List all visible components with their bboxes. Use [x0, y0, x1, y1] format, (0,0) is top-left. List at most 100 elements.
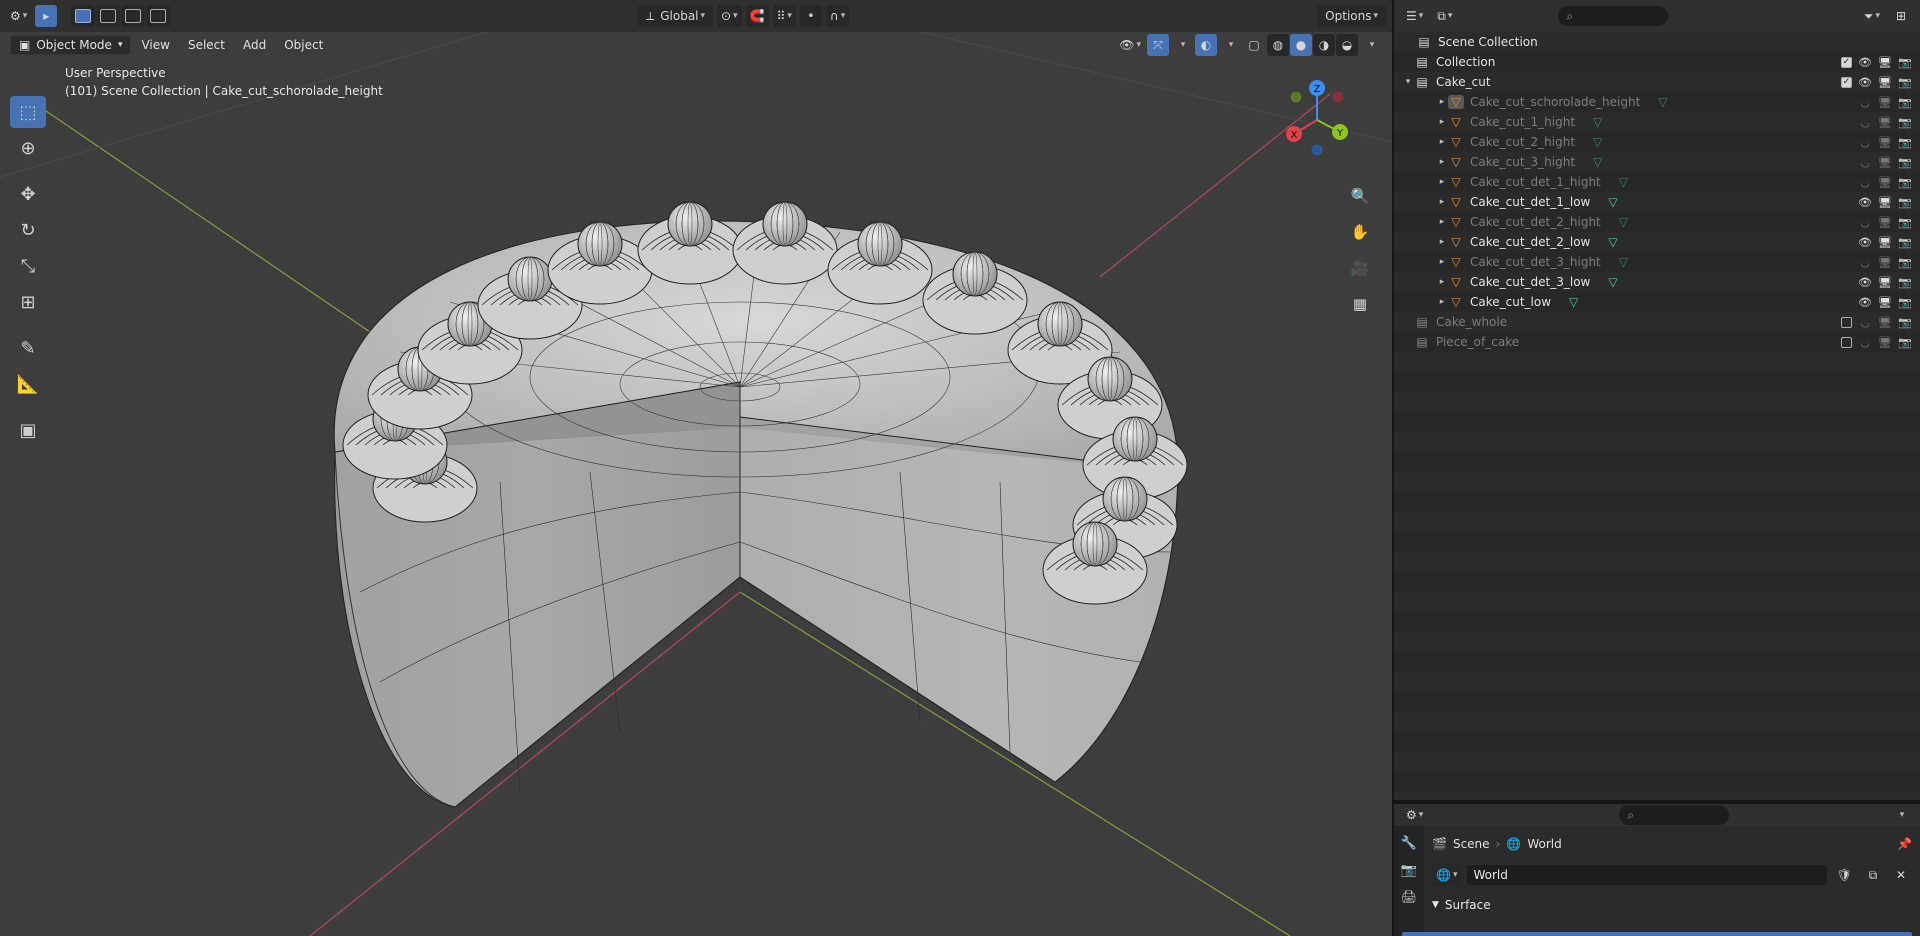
pan-hand-icon[interactable]: ✋ — [1346, 218, 1374, 246]
hide-eye-icon[interactable]: ◡ — [1858, 116, 1872, 129]
properties-search[interactable]: ⌕ — [1619, 805, 1730, 825]
world-browse-icon[interactable]: 🌐 ▾ — [1432, 864, 1462, 886]
add-cube-tool[interactable]: ▣ — [10, 414, 46, 446]
outliner-search[interactable]: ⌕ — [1558, 6, 1669, 26]
output-tab-icon[interactable]: 🖨 — [1401, 890, 1418, 905]
collection-row[interactable]: ▤ Cake_whole ◡ 🖥 📷 — [1394, 312, 1920, 332]
expand-down-icon[interactable]: ▾ — [1402, 77, 1414, 87]
object-row[interactable]: ▸ ▽ Cake_cut_3_hight ▽ ◡ 🖥 📷 — [1394, 152, 1920, 172]
expand-right-icon[interactable]: ▸ — [1436, 197, 1448, 207]
viewport-disable-icon[interactable]: 🖥 — [1878, 316, 1892, 329]
render-disable-icon[interactable]: 📷 — [1898, 216, 1912, 229]
object-row[interactable]: ▸ ▽ Cake_cut_1_hight ▽ ◡ 🖥 📷 — [1394, 112, 1920, 132]
pin-icon[interactable]: 📌 — [1897, 837, 1912, 851]
object-row[interactable]: ▸ ▽ Cake_cut_det_2_low ▽ 👁 🖥 📷 — [1394, 232, 1920, 252]
viewport-disable-icon[interactable]: 🖥 — [1878, 196, 1892, 209]
viewport-disable-icon[interactable]: 🖥 — [1878, 76, 1892, 89]
world-name-field[interactable]: World — [1467, 865, 1827, 885]
hide-eye-icon[interactable]: 👁 — [1858, 236, 1872, 249]
render-disable-icon[interactable]: 📷 — [1898, 316, 1912, 329]
viewport-disable-icon[interactable]: 🖥 — [1878, 136, 1892, 149]
viewport-disable-icon[interactable]: 🖥 — [1878, 176, 1892, 189]
collection-row[interactable]: ▤ Collection ✓ 👁 🖥 📷 — [1394, 52, 1920, 72]
hide-eye-icon[interactable]: 👁 — [1858, 296, 1872, 309]
object-row[interactable]: ▸ ▽ Cake_cut_det_3_low ▽ 👁 🖥 📷 — [1394, 272, 1920, 292]
display-mode-icon[interactable]: ⧉ ▾ — [1433, 5, 1456, 27]
gizmo-toggle-icon[interactable]: ⤧ — [1147, 34, 1169, 56]
mesh-data-icon[interactable]: ▽ — [1593, 155, 1602, 169]
expand-right-icon[interactable]: ▸ — [1436, 257, 1448, 267]
viewport-disable-icon[interactable]: 🖥 — [1878, 216, 1892, 229]
measure-tool[interactable]: 📐 — [10, 368, 46, 400]
collapse-icon[interactable]: ▾ — [1890, 804, 1912, 826]
render-disable-icon[interactable]: 📷 — [1898, 336, 1912, 349]
options-dropdown[interactable]: Options ▾ — [1317, 5, 1387, 27]
scene-collection-row[interactable]: ▤ Scene Collection — [1394, 32, 1920, 52]
expand-right-icon[interactable]: ▸ — [1436, 97, 1448, 107]
solid-shading-icon[interactable]: ● — [1290, 34, 1312, 56]
gizmo-dropdown[interactable]: ▾ — [1171, 34, 1193, 56]
mesh-data-icon[interactable]: ▽ — [1608, 195, 1617, 209]
viewport-disable-icon[interactable]: 🖥 — [1878, 116, 1892, 129]
expand-right-icon[interactable]: ▸ — [1436, 157, 1448, 167]
mesh-data-icon[interactable]: ▽ — [1619, 215, 1628, 229]
render-disable-icon[interactable]: 📷 — [1898, 116, 1912, 129]
filter-icon[interactable]: ⏷ ▾ — [1860, 5, 1884, 27]
fake-user-icon[interactable]: 🛡 — [1833, 864, 1856, 886]
mesh-data-icon[interactable]: ▽ — [1619, 175, 1628, 189]
duplicate-icon[interactable]: ⧉ — [1862, 864, 1884, 886]
hide-eye-icon[interactable]: ◡ — [1858, 136, 1872, 149]
transform-orientation-dropdown[interactable]: ⟂ Global ▾ — [638, 5, 714, 27]
mesh-data-icon[interactable]: ▽ — [1608, 235, 1617, 249]
outliner-editor-icon[interactable]: ☰ ▾ — [1402, 5, 1427, 27]
scale-tool[interactable]: ⤡ — [10, 250, 46, 282]
collection-row[interactable]: ▤ Piece_of_cake ◡ 🖥 📷 — [1394, 332, 1920, 352]
hide-eye-icon[interactable]: ◡ — [1858, 216, 1872, 229]
render-disable-icon[interactable]: 📷 — [1898, 76, 1912, 89]
render-disable-icon[interactable]: 📷 — [1898, 176, 1912, 189]
hide-eye-icon[interactable]: ◡ — [1858, 336, 1872, 349]
select-tool-icon[interactable]: ▸ — [35, 5, 58, 27]
xray-icon[interactable]: ▢ — [1243, 34, 1265, 56]
zoom-icon[interactable]: 🔍 — [1346, 182, 1374, 210]
exclude-checkbox[interactable] — [1841, 336, 1852, 348]
render-disable-icon[interactable]: 📷 — [1898, 156, 1912, 169]
tool-tab-icon[interactable]: 🔧 — [1401, 836, 1417, 851]
object-row[interactable]: ▸ ▽ Cake_cut_2_hight ▽ ◡ 🖥 📷 — [1394, 132, 1920, 152]
render-disable-icon[interactable]: 📷 — [1898, 136, 1912, 149]
snap-icon[interactable]: 🧲 — [745, 5, 769, 27]
hide-eye-icon[interactable]: 👁 — [1858, 276, 1872, 289]
expand-right-icon[interactable]: ▸ — [1436, 237, 1448, 247]
collection-row[interactable]: ▾ ▤ Cake_cut ✓ 👁 🖥 📷 — [1394, 72, 1920, 92]
expand-right-icon[interactable]: ▸ — [1436, 297, 1448, 307]
viewport-disable-icon[interactable]: 🖥 — [1878, 256, 1892, 269]
proportional-edit-icon[interactable]: • — [799, 5, 822, 27]
transform-tool[interactable]: ⊞ — [10, 286, 46, 318]
camera-icon[interactable]: 🎥 — [1346, 254, 1374, 282]
select-extend-icon[interactable] — [96, 5, 121, 27]
new-collection-icon[interactable]: ⊞ — [1890, 5, 1912, 27]
object-row[interactable]: ▸ ▽ Cake_cut_det_3_hight ▽ ◡ 🖥 📷 — [1394, 252, 1920, 272]
mode-dropdown[interactable]: ▣ Object Mode ▾ — [10, 35, 132, 55]
object-row[interactable]: ▸ ▽ Cake_cut_det_1_low ▽ 👁 🖥 📷 — [1394, 192, 1920, 212]
overlays-dropdown[interactable]: ▾ — [1219, 34, 1241, 56]
hide-eye-icon[interactable]: ◡ — [1858, 316, 1872, 329]
rotate-tool[interactable]: ↻ — [10, 214, 46, 246]
hide-eye-icon[interactable]: 👁 — [1858, 196, 1872, 209]
expand-right-icon[interactable]: ▸ — [1436, 177, 1448, 187]
overlays-icon[interactable]: ◐ — [1195, 34, 1217, 56]
render-disable-icon[interactable]: 📷 — [1898, 256, 1912, 269]
close-icon[interactable]: ✕ — [1890, 864, 1912, 886]
select-intersect-icon[interactable] — [146, 5, 171, 27]
hide-eye-icon[interactable]: ◡ — [1858, 156, 1872, 169]
render-tab-icon[interactable]: 📷 — [1401, 863, 1417, 878]
material-shading-icon[interactable]: ◑ — [1313, 34, 1335, 56]
hide-eye-icon[interactable]: 👁 — [1858, 76, 1872, 89]
exclude-checkbox[interactable] — [1841, 316, 1852, 328]
expand-right-icon[interactable]: ▸ — [1436, 117, 1448, 127]
surface-panel-header[interactable]: ▼ Surface — [1432, 894, 1912, 916]
hide-eye-icon[interactable]: ◡ — [1858, 96, 1872, 109]
mesh-data-icon[interactable]: ▽ — [1593, 135, 1602, 149]
pivot-point-icon[interactable]: ⊙ ▾ — [717, 5, 742, 27]
annotate-tool[interactable]: ✎ — [10, 332, 46, 364]
